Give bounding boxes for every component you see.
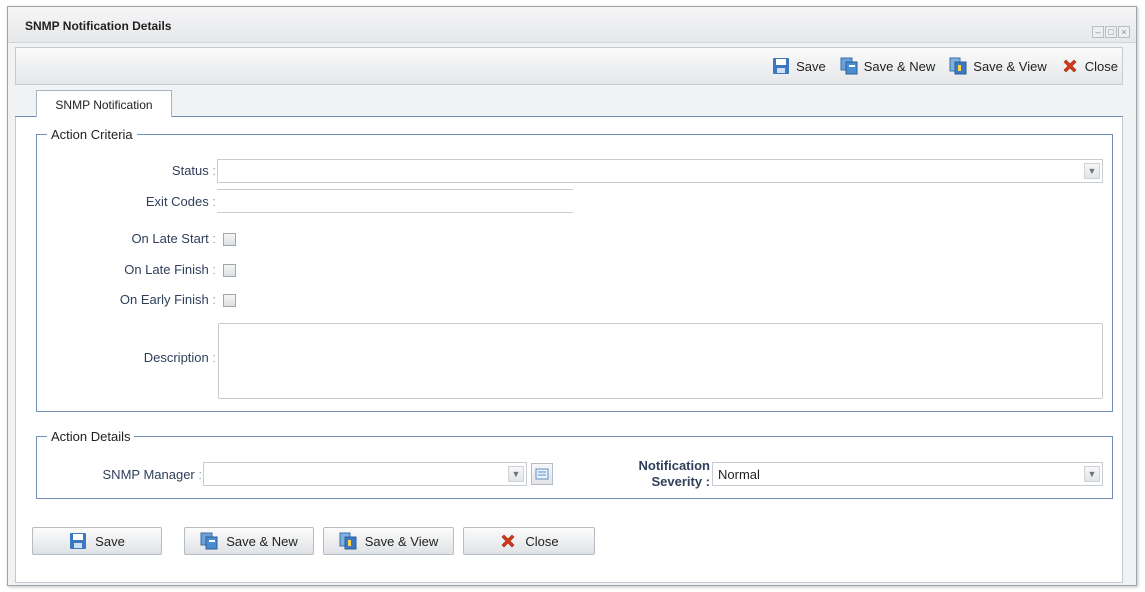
notification-severity-label: Notification Severity : bbox=[606, 458, 711, 490]
on-late-finish-label-row: On Late Finish : bbox=[124, 262, 216, 277]
status-dropdown-arrow-icon[interactable]: ▼ bbox=[1084, 163, 1100, 179]
bottom-close-button[interactable]: Close bbox=[463, 527, 595, 555]
on-late-finish-checkbox[interactable] bbox=[223, 264, 236, 277]
on-late-finish-label: On Late Finish bbox=[124, 262, 209, 277]
snmp-manager-label-row: SNMP Manager : bbox=[102, 467, 202, 482]
action-details-legend: Action Details bbox=[51, 429, 131, 444]
exit-codes-label: Exit Codes bbox=[145, 194, 209, 209]
notification-severity-select[interactable]: Normal ▼ bbox=[712, 462, 1103, 486]
description-label-row: Description : bbox=[143, 350, 216, 365]
red-x-icon bbox=[501, 534, 515, 548]
severity-dropdown-arrow-icon[interactable]: ▼ bbox=[1084, 466, 1100, 482]
toolbar-save-new-label: Save & New bbox=[863, 58, 936, 74]
exit-codes-label-row: Exit Codes : bbox=[145, 194, 216, 209]
red-x-icon bbox=[1063, 59, 1077, 73]
on-late-start-checkbox[interactable] bbox=[223, 233, 236, 246]
description-label: Description bbox=[143, 350, 209, 365]
copy-icon bbox=[840, 57, 858, 75]
copy-icon bbox=[200, 532, 218, 550]
floppy-disk-icon bbox=[70, 533, 87, 549]
on-late-start-label: On Late Start bbox=[131, 231, 209, 246]
bottom-close-label: Close bbox=[525, 533, 559, 549]
toolbar-close-label: Close bbox=[1084, 58, 1118, 74]
close-window-icon[interactable]: × bbox=[1118, 26, 1130, 38]
form-panel: Action Criteria Status : ▼ Exit Codes : … bbox=[15, 117, 1123, 583]
notification-severity-label-line2: Severity : bbox=[651, 474, 710, 489]
notification-severity-label-line1: Notification bbox=[638, 458, 711, 473]
floppy-disk-icon bbox=[773, 58, 790, 74]
toolbar-save-view-button[interactable]: Save & View bbox=[949, 57, 1047, 75]
bottom-save-button[interactable]: Save bbox=[32, 527, 162, 555]
snmp-manager-label: SNMP Manager bbox=[102, 467, 195, 482]
status-label: Status bbox=[171, 163, 209, 178]
bottom-save-view-button[interactable]: Save & View bbox=[323, 527, 454, 555]
toolbar-save-view-label: Save & View bbox=[973, 58, 1047, 74]
tab-snmp-notification[interactable]: SNMP Notification bbox=[36, 90, 172, 118]
bottom-save-new-button[interactable]: Save & New bbox=[184, 527, 314, 555]
toolbar-buttons: Save Save & New Save & View Close bbox=[758, 57, 1118, 75]
toolbar-save-button[interactable]: Save bbox=[772, 57, 826, 75]
notification-severity-value: Normal bbox=[718, 467, 760, 482]
toolbar-save-label: Save bbox=[796, 58, 826, 74]
document-view-icon bbox=[339, 532, 357, 550]
bottom-save-view-label: Save & View bbox=[364, 533, 439, 549]
on-early-finish-checkbox[interactable] bbox=[223, 294, 236, 307]
snmp-manager-select[interactable]: ▼ bbox=[203, 462, 527, 486]
status-select[interactable]: ▼ bbox=[217, 159, 1103, 183]
snmp-manager-details-icon[interactable] bbox=[531, 463, 553, 485]
tab-strip: SNMP Notification bbox=[15, 85, 1123, 118]
description-textarea[interactable] bbox=[218, 323, 1103, 399]
window-title: SNMP Notification Details bbox=[25, 19, 172, 33]
bottom-save-label: Save bbox=[95, 533, 125, 549]
minimize-icon[interactable]: – bbox=[1092, 26, 1104, 38]
on-early-finish-label: On Early Finish bbox=[119, 292, 209, 307]
list-icon bbox=[535, 468, 549, 480]
window-controls: – □ × bbox=[1091, 26, 1130, 38]
on-late-start-label-row: On Late Start : bbox=[131, 231, 216, 246]
status-label-row: Status : bbox=[171, 163, 216, 178]
toolbar-save-new-button[interactable]: Save & New bbox=[840, 57, 936, 75]
on-early-finish-label-row: On Early Finish : bbox=[119, 292, 216, 307]
snmp-notification-window: SNMP Notification Details – □ × Save Sav… bbox=[7, 6, 1137, 586]
bottom-save-new-label: Save & New bbox=[226, 533, 298, 549]
top-toolbar: Save Save & New Save & View Close bbox=[15, 47, 1123, 85]
title-bar: SNMP Notification Details – □ × bbox=[8, 7, 1136, 43]
snmp-manager-dropdown-arrow-icon[interactable]: ▼ bbox=[508, 466, 524, 482]
maximize-icon[interactable]: □ bbox=[1105, 26, 1117, 38]
toolbar-close-button[interactable]: Close bbox=[1061, 57, 1118, 75]
action-criteria-legend: Action Criteria bbox=[51, 127, 133, 142]
exit-codes-input[interactable] bbox=[217, 189, 573, 213]
document-view-icon bbox=[949, 57, 967, 75]
